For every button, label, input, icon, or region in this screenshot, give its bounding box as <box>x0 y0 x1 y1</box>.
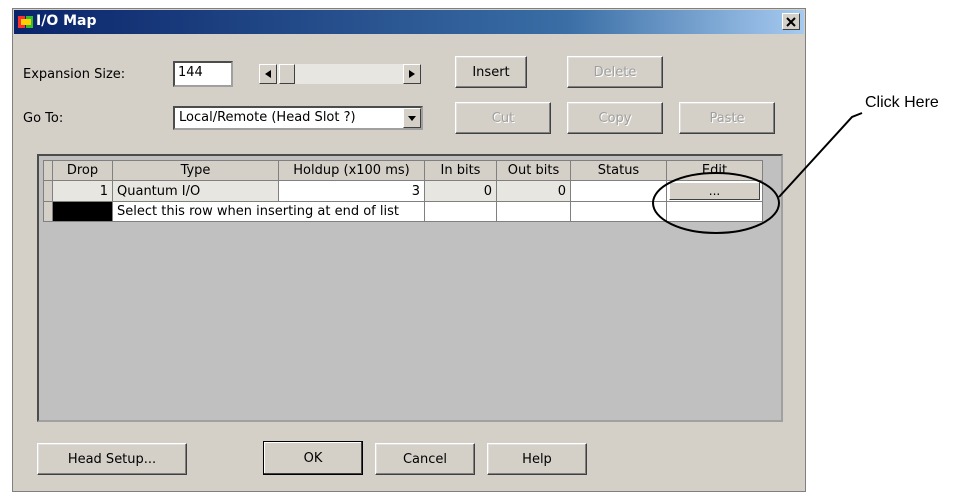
callout-line <box>778 112 863 198</box>
highlight-ellipse <box>652 172 780 234</box>
annotation-text: Click Here <box>865 94 939 111</box>
annotation-callout <box>652 112 863 234</box>
